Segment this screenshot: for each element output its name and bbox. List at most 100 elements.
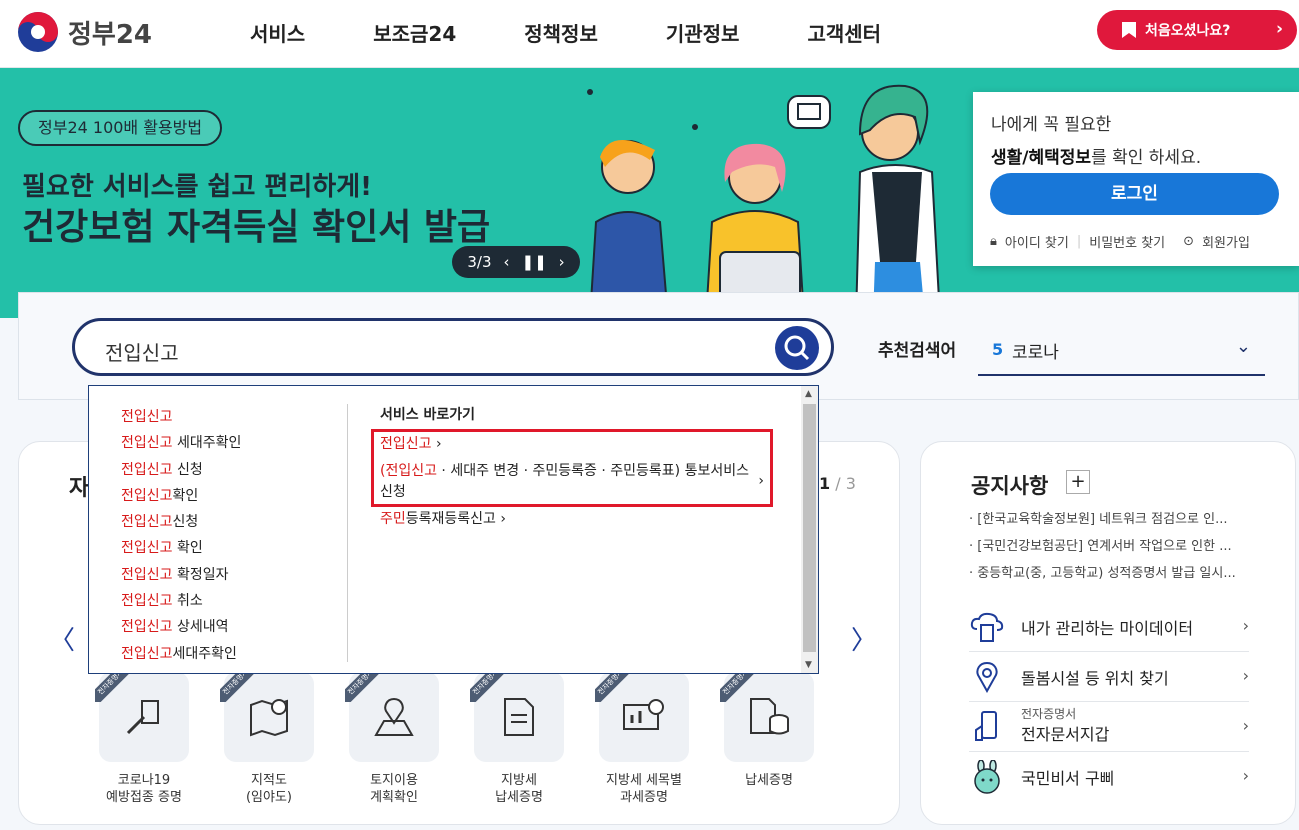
highlight-annotation-box (371, 429, 773, 507)
suggestion-item[interactable]: 전입신고 세대주확인 (121, 430, 241, 456)
taegeuk-logo-icon (18, 12, 58, 52)
service-tile-image[interactable]: 전자증명서 (595, 668, 689, 762)
quick-service-location[interactable]: 돌봄시설 등 위치 찾기 › (969, 652, 1249, 702)
chevron-right-icon: › (500, 511, 506, 527)
chevron-down-icon[interactable]: ⌄ (1236, 336, 1251, 357)
service-tile[interactable]: 전자증명서 지적도 (임야도) (220, 668, 314, 806)
scrollbar-thumb[interactable] (803, 404, 816, 652)
top-header: 정부24 서비스 보조금24 정책정보 기관정보 고객센터 처음오셨나요? › (0, 0, 1299, 68)
service-tile[interactable]: 전자증명서 지방세 납세증명 (470, 668, 564, 806)
search-input-value[interactable]: 전입신고 (105, 337, 179, 366)
rabbit-mascot-icon (974, 760, 1000, 794)
suggestion-item[interactable]: 전입신고 확인 (121, 535, 241, 561)
service-tile-image[interactable]: 전자증명서 (470, 668, 564, 762)
services-card-title: 자 (69, 476, 90, 501)
service-tile[interactable]: 전자증명서 납세증명 (720, 668, 814, 806)
service-tile-label[interactable]: 지적도 (임야도) (224, 772, 314, 806)
signup-link[interactable]: 회원가입 (1202, 232, 1250, 251)
suggestion-item[interactable]: 전입신고확인 (121, 483, 241, 509)
suggestion-list: 전입신고 전입신고 세대주확인 전입신고 신청 전입신고확인 전입신고신청 전입… (121, 404, 241, 667)
next-arrow-icon[interactable]: 〉 (851, 620, 877, 657)
login-card-bold: 생활/혜택정보 (991, 148, 1092, 168)
find-id-link[interactable]: 아이디 찾기 (1005, 232, 1069, 251)
bookmark-icon (1122, 22, 1136, 38)
service-tile-image[interactable]: 전자증명서 (95, 668, 189, 762)
suggestion-item[interactable]: 전입신고 상세내역 (121, 614, 241, 640)
search-input[interactable]: 전입신고 (72, 318, 834, 376)
notice-item[interactable]: · 중등학교(중, 고등학교) 성적증명서 발급 일시... (969, 562, 1236, 581)
prev-arrow-icon[interactable]: 〈 (49, 620, 75, 657)
notice-title: 공지사항 (971, 474, 1049, 498)
nav-agency-info[interactable]: 기관정보 (666, 18, 740, 47)
suggestion-item[interactable]: 전입신고 확정일자 (121, 562, 241, 588)
login-card-line1: 나에게 꼭 필요한 (991, 115, 1112, 135)
first-visit-label: 처음오셨나요? (1145, 23, 1231, 39)
notice-card: 공지사항 + · [한국교육학술정보원] 네트워크 점검으로 인... · [국… (920, 441, 1296, 825)
service-tile[interactable]: 전자증명서 토지이용 계획확인 (345, 668, 439, 806)
suggestion-item[interactable]: 전입신고 (121, 404, 241, 430)
banner-pill[interactable]: 정부24 100배 활용방법 (18, 110, 223, 146)
suggestion-item[interactable]: 전입신고신청 (121, 509, 241, 535)
service-tile-image[interactable]: 전자증명서 (345, 668, 439, 762)
first-visit-button[interactable]: 처음오셨나요? › (1097, 10, 1297, 50)
login-button[interactable]: 로그인 (990, 173, 1279, 215)
people-illustration (587, 84, 942, 318)
nav-policy-info[interactable]: 정책정보 (524, 18, 598, 47)
service-tile-label[interactable]: 지방세 세목별 과세증명 (599, 772, 689, 806)
notice-item[interactable]: · [한국교육학술정보원] 네트워크 점검으로 인... (969, 508, 1236, 527)
find-password-link[interactable]: 비밀번호 찾기 (1089, 232, 1165, 251)
cloud-server-icon (970, 612, 1004, 642)
recommended-keyword[interactable]: 코로나 (1012, 338, 1059, 363)
page-total: 3 (845, 474, 856, 493)
service-tile[interactable]: 전자증명서 지방세 세목별 과세증명 (595, 668, 689, 806)
login-card-rest: 를 확인 하세요. (1091, 148, 1202, 168)
phone-wallet-icon (975, 710, 997, 741)
shortcuts-title: 서비스 바로가기 (380, 407, 476, 423)
quick-service-label[interactable]: 전자증명서 전자문서지갑 (1021, 708, 1109, 745)
search-button[interactable] (775, 326, 819, 370)
services-card-pager: 1 / 3 (819, 474, 856, 493)
nav-subsidy24[interactable]: 보조금24 (373, 18, 456, 47)
chevron-right-icon: › (1242, 666, 1249, 685)
service-tile-label[interactable]: 토지이용 계획확인 (349, 772, 439, 806)
prev-slide-icon[interactable]: ‹ (504, 253, 510, 271)
suggestion-item[interactable]: 전입신고세대주확인 (121, 641, 241, 667)
chevron-right-icon: › (1242, 616, 1249, 635)
suggestion-item[interactable]: 전입신고 취소 (121, 588, 241, 614)
banner-headline-large: 건강보험 자격득실 확인서 발급 (22, 207, 491, 248)
service-tile-label[interactable]: 코로나19 예방접종 증명 (99, 772, 189, 806)
nav-services[interactable]: 서비스 (250, 18, 305, 47)
recommended-rank: 5 (992, 340, 1004, 359)
quick-service-wallet[interactable]: 전자증명서 전자문서지갑 › (969, 702, 1249, 752)
main-nav: 서비스 보조금24 정책정보 기관정보 고객센터 (250, 18, 949, 47)
location-pin-icon (976, 661, 998, 693)
dropdown-scrollbar[interactable]: ▲ ▼ (801, 386, 818, 673)
quick-service-mydata[interactable]: 내가 관리하는 마이데이터 › (969, 602, 1249, 652)
service-tile-label[interactable]: 납세증명 (724, 772, 814, 789)
service-tile-image[interactable]: 전자증명서 (220, 668, 314, 762)
gov24-logo[interactable]: 정부24 (16, 10, 152, 54)
quick-service-label[interactable]: 돌봄시설 등 위치 찾기 (1021, 665, 1169, 689)
quick-service-label[interactable]: 내가 관리하는 마이데이터 (1021, 615, 1193, 639)
service-tile-image[interactable]: 전자증명서 (720, 668, 814, 762)
chevron-right-icon: › (1242, 766, 1249, 785)
scroll-up-icon[interactable]: ▲ (805, 389, 812, 399)
recommended-keywords-select[interactable]: 5 코로나 ⌄ (978, 328, 1265, 376)
lock-icon: 🔒︎ (990, 234, 997, 249)
notice-more-button[interactable]: + (1066, 470, 1090, 494)
page-current: 1 (819, 474, 831, 493)
nav-customer-center[interactable]: 고객센터 (807, 18, 881, 47)
search-autocomplete-dropdown: 전입신고 전입신고 세대주확인 전입신고 신청 전입신고확인 전입신고신청 전입… (88, 385, 819, 674)
logo-text: 정부24 (68, 19, 153, 50)
dropdown-divider (347, 404, 348, 662)
service-tile-label[interactable]: 지방세 납세증명 (474, 772, 564, 806)
quick-service-assistant[interactable]: 국민비서 구삐 › (969, 752, 1249, 802)
pause-icon[interactable]: ❚❚ (522, 253, 547, 271)
service-tile[interactable]: 전자증명서 코로나19 예방접종 증명 (95, 668, 189, 806)
quick-service-label[interactable]: 국민비서 구삐 (1021, 765, 1114, 789)
suggestion-item[interactable]: 전입신고 신청 (121, 457, 241, 483)
shortcut-link[interactable]: 주민등록재등록신고 › (380, 509, 780, 530)
scroll-down-icon[interactable]: ▼ (805, 660, 812, 670)
chevron-right-icon: › (1242, 716, 1249, 735)
notice-item[interactable]: · [국민건강보험공단] 연계서버 작업으로 인한 ... (969, 535, 1236, 554)
